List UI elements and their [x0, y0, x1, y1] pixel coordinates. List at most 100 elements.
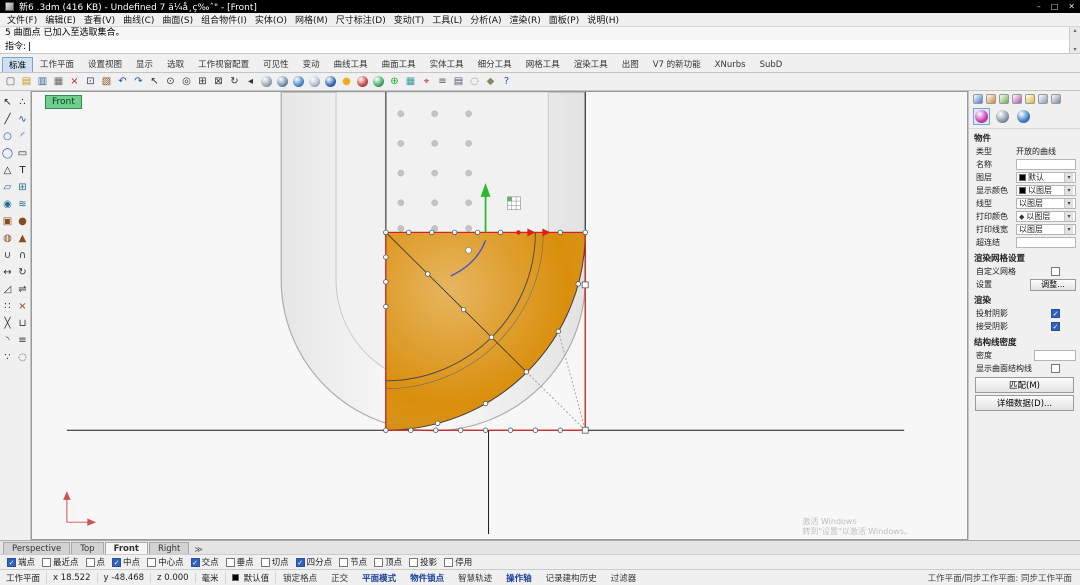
toolbar-tab-6[interactable]: 可见性 [256, 56, 296, 72]
gumball-menu-icon[interactable] [507, 197, 520, 210]
rotate-tool-icon[interactable]: ↻ [15, 264, 30, 281]
osnap-quad[interactable]: 四分点 [296, 556, 333, 568]
osnap-cen[interactable]: 中心点 [147, 556, 184, 568]
osnap-checkbox-point[interactable] [86, 558, 95, 567]
previous-view-icon[interactable]: ◂ [243, 74, 258, 89]
osnap-int[interactable]: 交点 [191, 556, 219, 568]
osnap-near[interactable]: 最近点 [42, 556, 79, 568]
prop-dropdown-print-width[interactable]: 以图层▾ [1016, 224, 1076, 235]
status-pane-gumball[interactable]: 操作轴 [499, 572, 539, 584]
rotate-view-icon[interactable]: ↻ [227, 74, 242, 89]
prop-dropdown-linetype[interactable]: 以图层▾ [1016, 198, 1076, 209]
toolbar-tab-10[interactable]: 实体工具 [423, 56, 471, 72]
osnap-knot[interactable]: 节点 [339, 556, 367, 568]
grid-toggle-icon[interactable]: ▦ [403, 74, 418, 89]
status-pane-history[interactable]: 记录建构历史 [539, 572, 604, 584]
viewport-tab-perspective[interactable]: Perspective [3, 542, 70, 554]
properties-icon[interactable]: ▤ [451, 74, 466, 89]
menu-item-5[interactable]: 组合物件(I) [197, 13, 251, 26]
osnap-checkbox-end[interactable] [7, 558, 16, 567]
copy-icon[interactable]: ⊡ [83, 74, 98, 89]
hide-tool-icon[interactable]: ◌ [15, 349, 30, 366]
prop-dropdown-display-color[interactable]: 以图层▾ [1016, 185, 1076, 196]
toolbar-tab-3[interactable]: 显示 [129, 56, 160, 72]
osnap-checkbox-mid[interactable] [112, 558, 121, 567]
boolean-union-icon[interactable]: ∪ [0, 247, 15, 264]
sphere-tool-icon[interactable]: ● [15, 213, 30, 230]
menu-item-2[interactable]: 查看(V) [80, 13, 119, 26]
toolbar-tab-0[interactable]: 标准 [2, 57, 33, 72]
status-pane-ortho[interactable]: 正交 [324, 572, 355, 584]
rendered-view-icon[interactable] [291, 74, 306, 89]
osnap-checkbox-quad[interactable] [296, 558, 305, 567]
match-button[interactable]: 匹配(M) [975, 377, 1074, 393]
toolbar-tab-5[interactable]: 工作视窗配置 [191, 56, 256, 72]
properties-tab-icon[interactable] [973, 94, 983, 104]
osnap-tan[interactable]: 切点 [261, 556, 289, 568]
osnap-disable[interactable]: 停用 [444, 556, 472, 568]
show-isocurves-checkbox[interactable] [1051, 364, 1060, 373]
osnap-checkbox-int[interactable] [191, 558, 200, 567]
menu-item-8[interactable]: 尺寸标注(D) [332, 13, 390, 26]
osnap-perp[interactable]: 垂点 [226, 556, 254, 568]
osnap-project[interactable]: 投影 [409, 556, 437, 568]
menu-item-4[interactable]: 曲面(S) [158, 13, 197, 26]
materials-tab-icon[interactable] [1012, 94, 1022, 104]
pan-view-icon[interactable]: ⊙ [163, 74, 178, 89]
osnap-checkbox-tan[interactable] [261, 558, 270, 567]
trim-tool-icon[interactable]: × [15, 298, 30, 315]
polygon-tool-icon[interactable]: △ [0, 162, 15, 179]
curve-tool-icon[interactable]: ∿ [15, 111, 30, 128]
material-icon[interactable] [355, 74, 370, 89]
toolbar-tab-17[interactable]: SubD [753, 58, 790, 72]
status-pane-osnap[interactable]: 物件锁点 [403, 572, 451, 584]
sun-icon[interactable]: ● [339, 74, 354, 89]
menu-item-10[interactable]: 工具(L) [428, 13, 466, 26]
osnap-checkbox-vertex[interactable] [374, 558, 383, 567]
prop-dropdown-layer[interactable]: 默认▾ [1016, 172, 1076, 183]
toolbar-tab-4[interactable]: 选取 [160, 56, 191, 72]
toolbar-tab-8[interactable]: 曲线工具 [327, 56, 375, 72]
new-file-icon[interactable]: ▢ [3, 74, 18, 89]
toolbar-tab-9[interactable]: 曲面工具 [375, 56, 423, 72]
viewport-canvas[interactable] [32, 92, 967, 539]
redo-icon[interactable]: ↷ [131, 74, 146, 89]
surface-tool-icon[interactable]: ▱ [0, 179, 15, 196]
arc-tool-icon[interactable]: ◜ [15, 128, 30, 145]
minimize-button[interactable]: – [1037, 2, 1041, 11]
settings-tab-icon[interactable] [1051, 94, 1061, 104]
select-pointer-icon[interactable]: ↖ [147, 74, 162, 89]
prop-input-name[interactable] [1016, 159, 1076, 170]
join-tool-icon[interactable]: ⊔ [15, 315, 30, 332]
scroll-down-icon[interactable]: ▾ [1073, 46, 1076, 53]
osnap-checkbox-knot[interactable] [339, 558, 348, 567]
menu-item-0[interactable]: 文件(F) [3, 13, 41, 26]
rectangle-tool-icon[interactable]: ▭ [15, 145, 30, 162]
status-pane-grid-snap[interactable]: 锁定格点 [276, 572, 324, 584]
viewport-tab-top[interactable]: Top [71, 542, 103, 554]
toolbar-tab-12[interactable]: 网格工具 [519, 56, 567, 72]
custom-mesh-checkbox[interactable] [1051, 267, 1060, 276]
command-scrollbar[interactable]: ▴ ▾ [1069, 27, 1080, 53]
prop-input-hyperlink[interactable] [1016, 237, 1076, 248]
menu-item-1[interactable]: 编辑(E) [41, 13, 80, 26]
close-button[interactable]: ✕ [1068, 2, 1075, 11]
toolbar-tab-1[interactable]: 工作平面 [33, 56, 81, 72]
material-subtab[interactable] [994, 108, 1011, 125]
revolve-tool-icon[interactable]: ◉ [0, 196, 15, 213]
viewport-title-label[interactable]: Front [45, 95, 82, 109]
object-properties-subtab[interactable] [973, 108, 990, 125]
render-icon[interactable] [323, 74, 338, 89]
mapping-subtab[interactable] [1015, 108, 1032, 125]
display-tab-icon[interactable] [999, 94, 1009, 104]
cplane-button[interactable]: 工作平面 [0, 572, 47, 584]
toolbar-tab-2[interactable]: 设置视图 [81, 56, 129, 72]
viewport-tab-front[interactable]: Front [105, 542, 148, 554]
menu-item-7[interactable]: 网格(M) [291, 13, 332, 26]
fillet-tool-icon[interactable]: ◝ [0, 332, 15, 349]
open-file-icon[interactable]: ▤ [19, 74, 34, 89]
print-icon[interactable]: ▦ [51, 74, 66, 89]
osnap-checkbox-project[interactable] [409, 558, 418, 567]
layers-tab-icon[interactable] [986, 94, 996, 104]
cast-shadows-checkbox[interactable] [1051, 309, 1060, 318]
